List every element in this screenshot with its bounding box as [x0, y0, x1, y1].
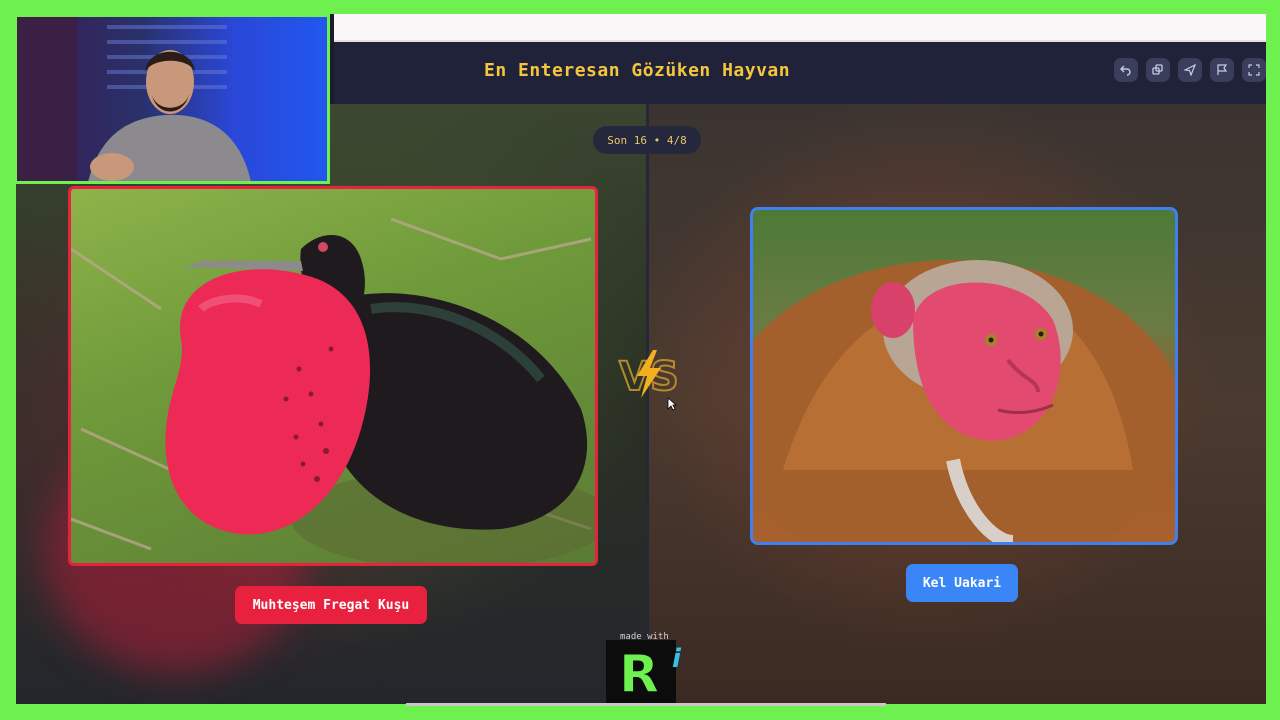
fullscreen-icon[interactable]: [1242, 58, 1266, 82]
undo-icon[interactable]: [1114, 58, 1138, 82]
center-divider: [646, 104, 649, 704]
toolbar: [1114, 58, 1266, 82]
right-choice-image[interactable]: [750, 207, 1178, 545]
vs-badge: VS: [615, 346, 683, 402]
versus-arena: Son 16 • 4/8 Muhteşem Fregat Kuşu Kel Ua…: [16, 104, 1266, 704]
mouse-cursor-icon: [667, 397, 677, 411]
copy-icon[interactable]: [1146, 58, 1170, 82]
left-choice-button[interactable]: Muhteşem Fregat Kuşu: [235, 586, 427, 624]
flag-icon[interactable]: [1210, 58, 1234, 82]
header-bar: En Enteresan Gözüken Hayvan: [334, 42, 1266, 104]
logo-letter: R: [619, 646, 659, 698]
logo-suffix: i: [672, 644, 681, 674]
streamer-illustration: [17, 17, 251, 181]
frigatebird-illustration: [71, 217, 595, 563]
uakari-illustration: [753, 260, 1175, 542]
left-choice-image[interactable]: [68, 186, 598, 566]
webcam-overlay: [14, 14, 330, 184]
browser-topbar: [334, 14, 1266, 42]
brand-logo: R: [606, 640, 676, 704]
send-icon[interactable]: [1178, 58, 1202, 82]
horizontal-scrollbar[interactable]: [406, 703, 886, 706]
right-choice-button[interactable]: Kel Uakari: [906, 564, 1018, 602]
round-badge: Son 16 • 4/8: [593, 126, 701, 154]
page-title: En Enteresan Gözüken Hayvan: [484, 60, 791, 81]
